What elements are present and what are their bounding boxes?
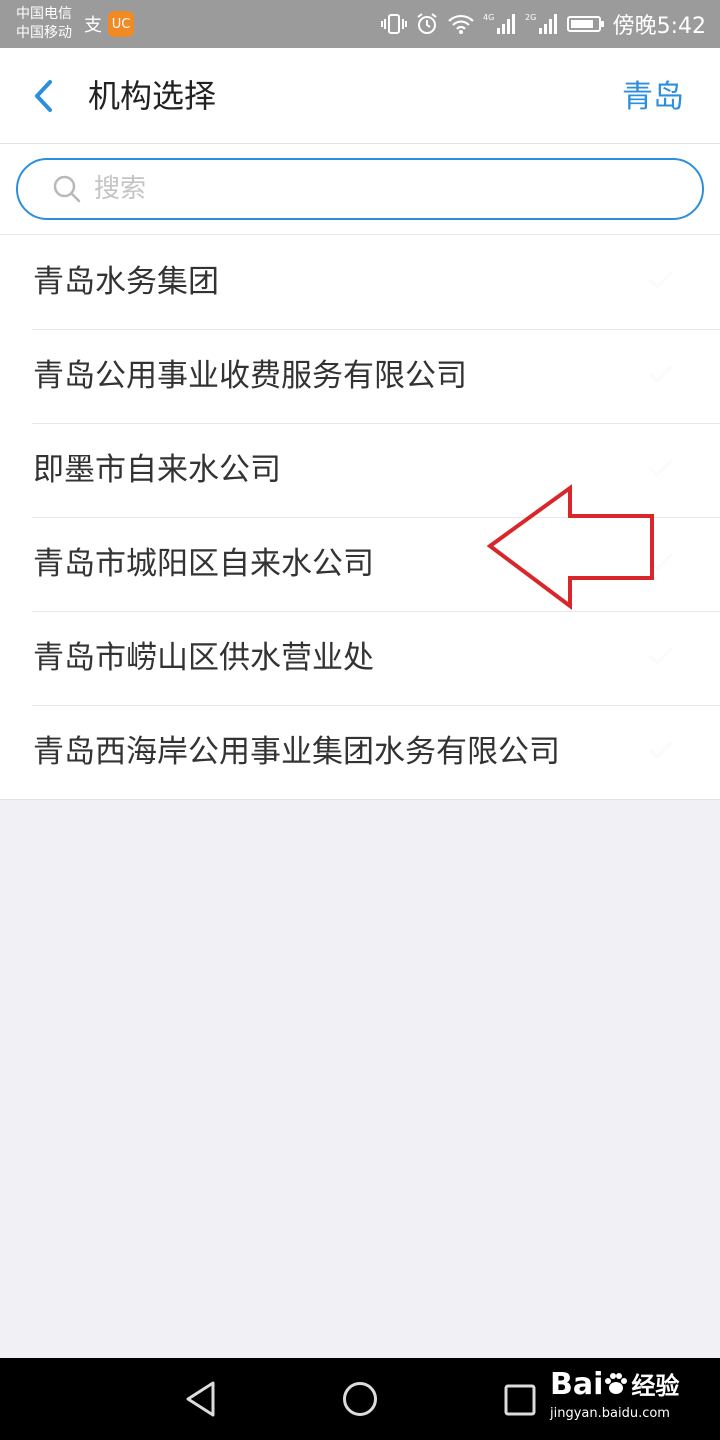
org-label: 青岛市城阳区自来水公司 [33,546,374,582]
search-input[interactable] [92,173,656,205]
notification-icons: 支 UC [84,10,134,38]
carrier-info: 中国电信 中国移动 [16,5,72,43]
search-box[interactable] [16,158,704,220]
carrier-1: 中国电信 [16,6,72,22]
check-icon [649,365,673,383]
nav-back-icon[interactable] [184,1380,218,1418]
org-label: 即墨市自来水公司 [33,452,281,488]
carrier-2: 中国移动 [16,25,72,41]
check-icon [649,647,673,665]
annotation-arrow-icon [486,484,654,610]
wifi-icon [447,14,474,34]
list-item-org-5[interactable]: 青岛市崂山区供水营业处 [0,611,720,705]
battery-icon [566,16,604,32]
status-time: 傍晚5:42 [612,14,706,39]
watermark-brand: Bai 经验 [550,1368,679,1403]
nav-recent-apps-icon[interactable] [504,1384,536,1416]
watermark-url: jingyan.baidu.com [550,1406,670,1421]
vibrate-icon [380,14,407,34]
list-item-org-6[interactable]: 青岛西海岸公用事业集团水务有限公司 [0,705,720,799]
alarm-icon [416,13,437,34]
watermark-brand-text: Bai [550,1367,604,1402]
list-item-org-2[interactable]: 青岛公用事业收费服务有限公司 [0,329,720,423]
org-label: 青岛公用事业收费服务有限公司 [33,358,467,394]
signal-icon-2: 2G [525,13,557,34]
org-label: 青岛水务集团 [33,264,219,300]
list-divider [0,799,720,800]
check-icon [649,459,673,477]
back-arrow-icon[interactable] [26,76,66,116]
system-indicators: 4G 2G 傍晚5:42 [380,0,706,48]
svg-text:4G: 4G [483,13,494,22]
page-title: 机构选择 [88,77,217,115]
search-icon [53,175,81,203]
uc-browser-icon: UC [108,11,134,37]
org-label: 青岛市崂山区供水营业处 [33,640,374,676]
check-icon [649,271,673,289]
baidu-jingyan-watermark: Bai 经验 jingyan.baidu.com [550,1368,710,1430]
signal-icon: 4G [483,13,515,34]
svg-text:2G: 2G [525,13,536,22]
status-bar: 中国电信 中国移动 支 UC 4G 2G 傍晚5:42 [0,0,720,48]
alipay-icon: 支 [84,15,102,36]
search-bar [0,144,720,235]
list-item-org-1[interactable]: 青岛水务集团 [0,235,720,329]
city-selector[interactable]: 青岛 [622,76,684,118]
app-header: 机构选择 青岛 [0,48,720,144]
org-label: 青岛西海岸公用事业集团水务有限公司 [33,734,560,770]
check-icon [649,741,673,759]
watermark-brand-cn: 经验 [631,1372,680,1400]
nav-home-icon[interactable] [342,1381,378,1417]
baidu-paw-icon [605,1373,628,1394]
